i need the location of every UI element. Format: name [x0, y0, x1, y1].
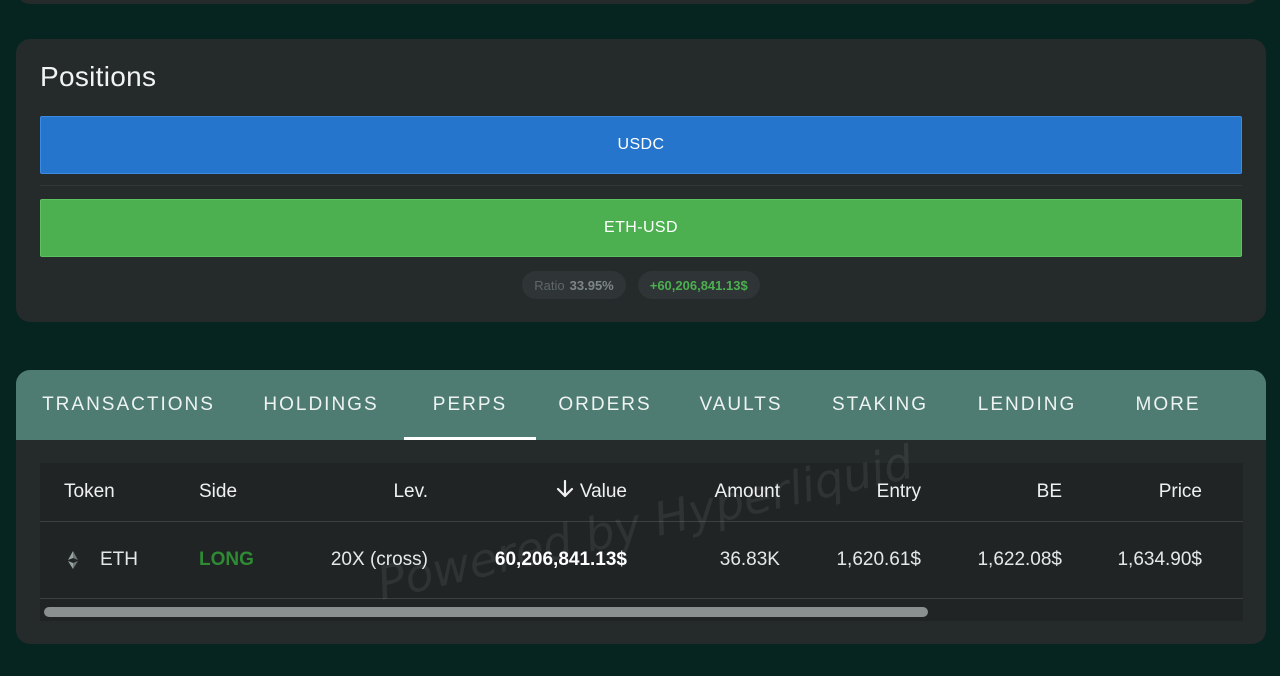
column-label: Value [579, 481, 627, 502]
table-header: Token Side Lev. Value Amount Entry BE Pr… [40, 463, 1243, 522]
column-header-price[interactable]: Price [1100, 463, 1202, 521]
column-header-be[interactable]: BE [960, 463, 1062, 521]
tab-label: TRANSACTIONS [42, 394, 215, 415]
ratio-label: Ratio [534, 277, 565, 293]
arrow-down-icon [556, 479, 574, 505]
token-symbol: ETH [100, 549, 138, 570]
tab-orders[interactable]: ORDERS [546, 370, 664, 440]
cell-leverage: 20X (cross) [330, 549, 428, 570]
tab-lending[interactable]: LENDING [964, 370, 1090, 440]
bar-divider [40, 185, 1242, 186]
total-value-chip: +60,206,841.13$ [637, 271, 760, 299]
cell-side: LONG [199, 549, 254, 570]
tab-label: MORE [1135, 394, 1201, 415]
tab-label: STAKING [832, 394, 928, 415]
cell-be: 1,622.08$ [977, 549, 1062, 570]
tab-more[interactable]: MORE [1120, 370, 1216, 440]
ethereum-icon [66, 550, 80, 570]
usdc-bar-label: USDC [617, 136, 665, 153]
cell-value: 60,206,841.13$ [494, 549, 627, 570]
tab-label: PERPS [432, 394, 508, 415]
active-tab-indicator [404, 437, 536, 440]
tab-perps[interactable]: PERPS [404, 370, 536, 440]
tab-staking[interactable]: STAKING [816, 370, 944, 440]
previous-card-edge [16, 0, 1260, 4]
tab-transactions[interactable]: TRANSACTIONS [26, 370, 231, 440]
ratio-chip: Ratio 33.95% [522, 271, 626, 299]
cell-amount: 36.83K [719, 549, 780, 570]
column-label: Token [64, 481, 115, 502]
eth-usd-allocation-bar[interactable]: ETH-USD [40, 199, 1242, 257]
tab-label: LENDING [977, 394, 1077, 415]
position-summary-chips: Ratio 33.95% +60,206,841.13$ [16, 271, 1266, 299]
scrollbar-thumb[interactable] [44, 607, 928, 617]
horizontal-scrollbar[interactable] [40, 605, 1243, 619]
column-header-value[interactable]: Value [480, 463, 627, 521]
ratio-value: 33.95% [569, 277, 614, 293]
column-header-entry[interactable]: Entry [820, 463, 921, 521]
tab-holdings[interactable]: HOLDINGS [252, 370, 390, 440]
column-label: Side [199, 481, 238, 502]
tab-label: ORDERS [558, 394, 652, 415]
usdc-allocation-bar[interactable]: USDC [40, 116, 1242, 174]
column-header-token[interactable]: Token [64, 463, 115, 521]
column-label: Lev. [393, 481, 428, 502]
tab-vaults[interactable]: VAULTS [686, 370, 796, 440]
column-label: BE [1036, 481, 1062, 502]
column-label: Amount [714, 481, 780, 502]
tab-label: VAULTS [699, 394, 783, 415]
portfolio-table-card: TRANSACTIONS HOLDINGS PERPS ORDERS VAULT… [16, 370, 1266, 644]
total-value: +60,206,841.13$ [649, 277, 748, 293]
cell-token: ETH [66, 522, 138, 598]
column-label: Price [1158, 481, 1202, 502]
cell-price: 1,634.90$ [1117, 549, 1202, 570]
positions-card: Positions USDC ETH-USD Ratio 33.95% +60,… [16, 39, 1266, 322]
positions-title: Positions [40, 61, 157, 92]
column-header-leverage[interactable]: Lev. [330, 463, 428, 521]
column-header-amount[interactable]: Amount [660, 463, 780, 521]
perps-table: Token Side Lev. Value Amount Entry BE Pr… [40, 463, 1243, 621]
cell-entry: 1,620.61$ [836, 549, 921, 570]
column-header-side[interactable]: Side [199, 463, 237, 521]
table-row[interactable]: ETH LONG 20X (cross) 60,206,841.13$ 36.8… [40, 522, 1243, 599]
tab-bar: TRANSACTIONS HOLDINGS PERPS ORDERS VAULT… [16, 370, 1266, 440]
eth-usd-bar-label: ETH-USD [604, 219, 678, 236]
tab-label: HOLDINGS [263, 394, 379, 415]
column-label: Entry [876, 481, 921, 502]
